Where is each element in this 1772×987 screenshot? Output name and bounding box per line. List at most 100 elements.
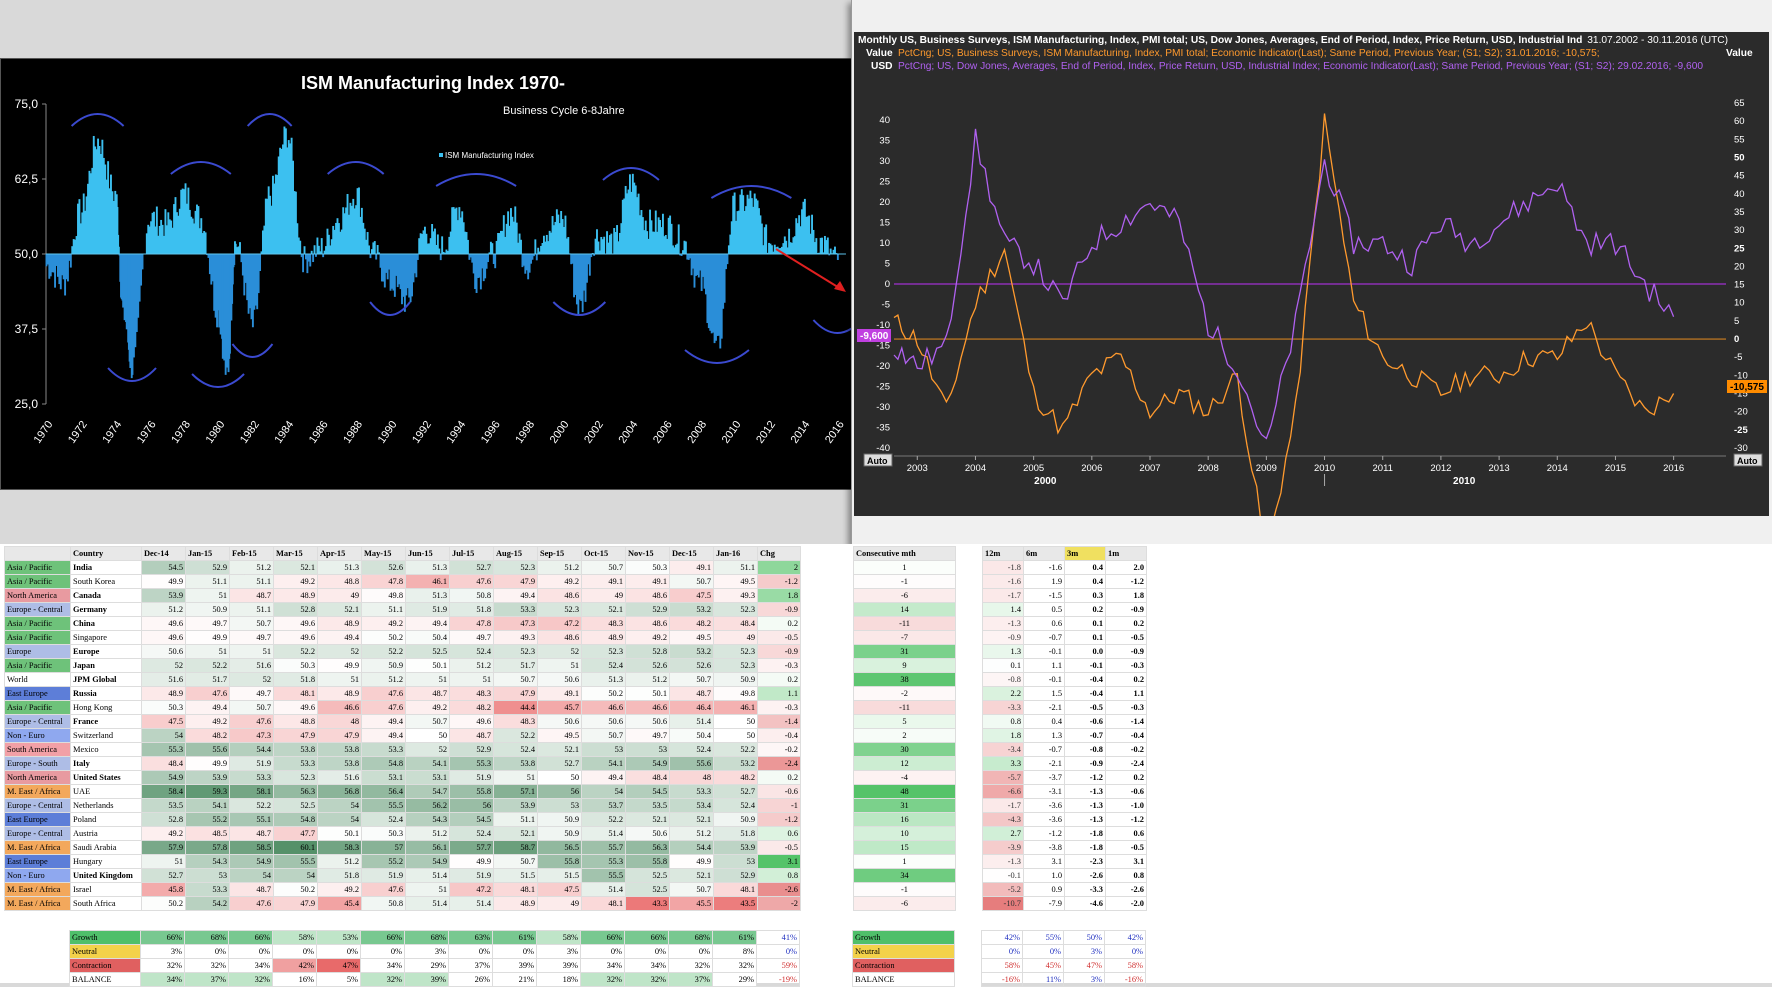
table-cell: -3.7: [1024, 771, 1065, 785]
table-cell: 54: [274, 869, 318, 883]
table-row: WorldJPM Global51.651.75251.85151.251515…: [5, 673, 1147, 687]
table-cell: [801, 729, 854, 743]
summary-cell: Contraction: [853, 959, 955, 973]
table-cell: 51.9: [230, 757, 274, 771]
table-cell: 51: [142, 855, 186, 869]
table-cell: 2.2: [983, 687, 1024, 701]
pmi-summary-table: Growth66%68%66%58%53%66%68%63%61%58%66%6…: [4, 930, 1146, 987]
table-cell: 49.2: [362, 617, 406, 631]
table-cell: 38: [854, 673, 956, 687]
table-cell: 51.2: [626, 673, 670, 687]
table-cell: 49.2: [538, 575, 582, 589]
table-cell: 52.3: [538, 603, 582, 617]
summary-cell: 32%: [229, 973, 273, 987]
table-header-cell[interactable]: Consecutive mth: [854, 547, 956, 561]
bb-auto-left-label: Auto: [867, 456, 888, 466]
table-header-cell[interactable]: Country: [71, 547, 142, 561]
table-cell: East Europe: [5, 855, 71, 869]
table-cell: 51: [494, 771, 538, 785]
table-cell: JPM Global: [71, 673, 142, 687]
ism-area-bar: [491, 243, 493, 254]
table-header-cell[interactable]: Jun-15: [406, 547, 450, 561]
table-header-cell[interactable]: Nov-15: [626, 547, 670, 561]
table-cell: -0.5: [1065, 701, 1106, 715]
table-header-cell[interactable]: Dec-15: [670, 547, 714, 561]
bloomberg-chart-area[interactable]: Monthly US, Business Surveys, ISM Manufa…: [854, 32, 1769, 516]
table-cell: 53: [626, 743, 670, 757]
table-cell: 52: [318, 645, 362, 659]
summary-cell: Neutral: [853, 945, 955, 959]
table-cell: World: [5, 673, 71, 687]
table-cell: 54.4: [230, 743, 274, 757]
table-cell: 46.6: [582, 701, 626, 715]
table-header-cell[interactable]: Aug-15: [494, 547, 538, 561]
summary-cell: 42%: [273, 959, 317, 973]
table-header-cell[interactable]: Oct-15: [582, 547, 626, 561]
summary-cell: [4, 959, 70, 973]
table-cell: 52.4: [670, 743, 714, 757]
table-cell: -1.5: [1024, 589, 1065, 603]
table-cell: 58.7: [494, 841, 538, 855]
table-header-cell[interactable]: Jan-15: [186, 547, 230, 561]
table-cell: 50: [714, 715, 758, 729]
table-cell: North America: [5, 589, 71, 603]
table-cell: 50.7: [494, 855, 538, 869]
table-cell: [801, 883, 854, 897]
table-cell: [956, 673, 983, 687]
table-cell: 50.6: [142, 645, 186, 659]
table-cell: 54.9: [142, 771, 186, 785]
table-cell: 50.6: [538, 715, 582, 729]
table-cell: -0.9: [1106, 645, 1147, 659]
table-header-cell[interactable]: 1m: [1106, 547, 1147, 561]
table-cell: 52.4: [450, 645, 494, 659]
table-cell: 49.6: [450, 715, 494, 729]
table-cell: 57.9: [142, 841, 186, 855]
table-cell: 51.4: [406, 869, 450, 883]
table-cell: 50.6: [538, 673, 582, 687]
table-header-cell[interactable]: Apr-15: [318, 547, 362, 561]
table-cell: 51: [406, 673, 450, 687]
ism-area-bar: [837, 254, 839, 260]
table-cell: 53.7: [582, 799, 626, 813]
bloomberg-chart-window[interactable]: Monthly US, Business Surveys, ISM Manufa…: [851, 0, 1772, 545]
table-cell: 51.4: [406, 897, 450, 911]
table-cell: 49.1: [670, 561, 714, 575]
table-header-cell[interactable]: Feb-15: [230, 547, 274, 561]
table-header-cell[interactable]: 6m: [1024, 547, 1065, 561]
summary-cell: 0%: [273, 945, 317, 959]
table-cell: -0.9: [758, 603, 801, 617]
table-row: East EuropeRussia48.947.649.748.148.947.…: [5, 687, 1147, 701]
table-cell: M. East / Africa: [5, 883, 71, 897]
table-header-cell[interactable]: Chg: [758, 547, 801, 561]
table-cell: -2.6: [1065, 869, 1106, 883]
table-cell: -1.2: [758, 813, 801, 827]
summary-cell: [955, 931, 982, 945]
table-cell: -11: [854, 617, 956, 631]
table-header-cell[interactable]: 3m: [1065, 547, 1106, 561]
ism-peak-arc: [248, 114, 292, 126]
table-cell: Israel: [71, 883, 142, 897]
table-header-cell[interactable]: May-15: [362, 547, 406, 561]
table-cell: -0.1: [1024, 645, 1065, 659]
table-cell: 34: [854, 869, 956, 883]
summary-cell: 0%: [449, 945, 493, 959]
ism-area-bar: [205, 232, 207, 254]
table-header-cell[interactable]: Jul-15: [450, 547, 494, 561]
table-cell: -0.5: [1106, 631, 1147, 645]
table-header-cell[interactable]: Dec-14: [142, 547, 186, 561]
table-header-cell[interactable]: 12m: [983, 547, 1024, 561]
table-cell: 49.8: [362, 589, 406, 603]
table-cell: -0.7: [1024, 743, 1065, 757]
table-header-cell[interactable]: Jan-16: [714, 547, 758, 561]
ism-area-bar: [314, 245, 316, 254]
table-cell: Poland: [71, 813, 142, 827]
summary-cell: 47%: [317, 959, 361, 973]
table-cell: -10.7: [983, 897, 1024, 911]
table-cell: 48.6: [626, 617, 670, 631]
table-header-cell[interactable]: Mar-15: [274, 547, 318, 561]
table-cell: 51.2: [538, 561, 582, 575]
ism-area-bar: [321, 238, 323, 254]
table-cell: 51.8: [318, 869, 362, 883]
table-header-cell[interactable]: Sep-15: [538, 547, 582, 561]
table-cell: 47.6: [362, 687, 406, 701]
